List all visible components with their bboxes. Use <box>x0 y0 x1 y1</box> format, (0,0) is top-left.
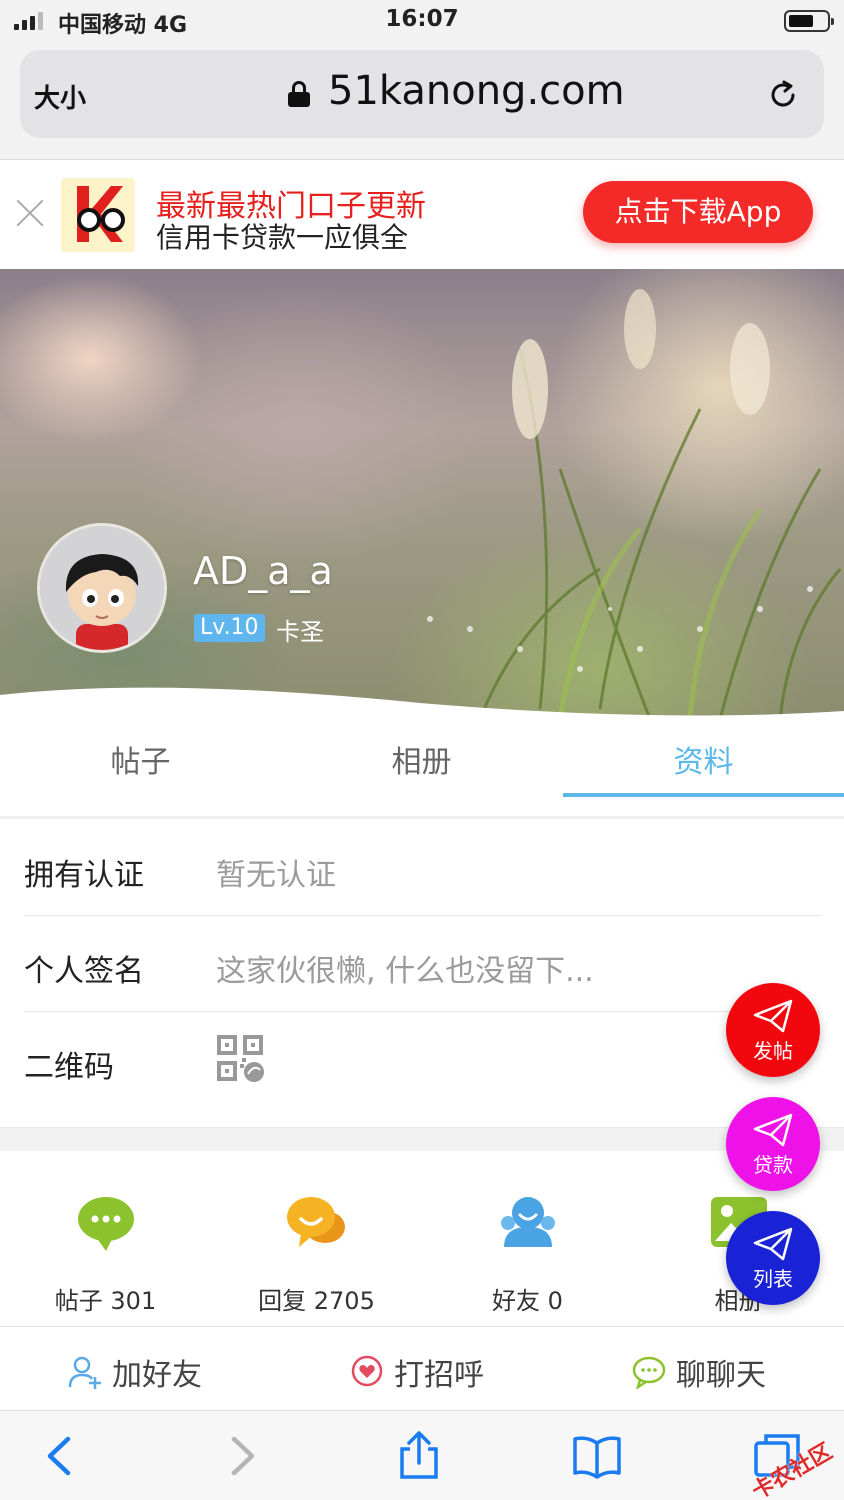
signature-value: 这家伙很懒, 什么也没留下... <box>216 954 594 989</box>
share-icon[interactable] <box>394 1431 444 1481</box>
post-fab-button[interactable]: 发帖 <box>726 983 820 1077</box>
tab-profile-info[interactable]: 资料 <box>563 737 844 781</box>
forward-icon[interactable] <box>216 1431 266 1481</box>
back-icon[interactable] <box>36 1431 86 1481</box>
stat-friends-label: 好友 0 <box>492 1287 563 1315</box>
heart-bubble-icon <box>351 1355 383 1387</box>
add-user-icon <box>68 1356 101 1389</box>
friends-icon <box>500 1197 555 1247</box>
url-text[interactable]: 51kanong.com <box>328 68 625 114</box>
chat-icon <box>632 1356 666 1389</box>
clock: 16:07 <box>385 6 459 32</box>
app-logo <box>61 178 135 252</box>
username: AD_a_a <box>193 549 333 593</box>
greet-button[interactable]: 打招呼 <box>350 1350 484 1394</box>
certification-value: 暂无认证 <box>216 858 336 893</box>
avatar[interactable] <box>37 523 167 653</box>
stat-replies-label: 回复 2705 <box>258 1287 375 1315</box>
cover-image <box>427 289 842 719</box>
chat-label: 聊聊天 <box>676 1358 766 1393</box>
promo-subtitle: 信用卡贷款一应俱全 <box>156 221 409 254</box>
add-friend-button[interactable]: 加好友 <box>68 1350 202 1394</box>
qr-code-icon[interactable] <box>216 1034 264 1082</box>
profile-tabs: 帖子 相册 资料 <box>0 719 844 819</box>
close-icon[interactable] <box>16 199 44 227</box>
divider <box>0 816 844 819</box>
browser-address-area: 大小 51kanong.com <box>0 44 844 160</box>
download-app-button[interactable]: 点击下载App <box>583 181 813 243</box>
stat-friends[interactable]: 好友 0 <box>422 1193 633 1316</box>
signature-label: 个人签名 <box>24 954 144 989</box>
list-fab-label: 列表 <box>753 1267 793 1291</box>
rank-title: 卡圣 <box>276 618 324 646</box>
paper-plane-icon <box>753 1113 793 1147</box>
add-friend-label: 加好友 <box>112 1358 202 1393</box>
stat-posts[interactable]: 帖子 301 <box>0 1193 211 1316</box>
section-gap <box>0 1127 844 1151</box>
qrcode-label: 二维码 <box>24 1050 114 1085</box>
bookmarks-icon[interactable] <box>572 1431 622 1481</box>
stats-bar: 帖子 301 回复 2705 好友 0 相册 <box>0 1151 844 1327</box>
stat-replies[interactable]: 回复 2705 <box>211 1193 422 1316</box>
paper-plane-icon <box>753 1227 793 1261</box>
text-size-button[interactable]: 大小 <box>34 78 86 115</box>
tab-album[interactable]: 相册 <box>281 737 562 781</box>
active-tab-indicator <box>563 793 844 797</box>
level-badge: Lv.10 <box>194 614 265 642</box>
address-bar[interactable]: 大小 51kanong.com <box>20 50 824 138</box>
post-fab-label: 发帖 <box>753 1039 793 1063</box>
battery-icon <box>784 10 834 32</box>
reload-icon[interactable] <box>766 78 800 112</box>
status-bar: 中国移动 4G 16:07 <box>0 0 844 44</box>
tab-posts[interactable]: 帖子 <box>0 737 281 781</box>
loan-fab-button[interactable]: 贷款 <box>726 1097 820 1191</box>
stat-posts-label: 帖子 301 <box>54 1287 157 1315</box>
qrcode-row[interactable]: 二维码 <box>24 1012 820 1108</box>
profile-cover: AD_a_a Lv.10 卡圣 <box>0 269 844 719</box>
cover-curve <box>0 687 844 719</box>
signature-row: 个人签名 这家伙很懒, 什么也没留下... <box>24 916 820 1012</box>
list-fab-button[interactable]: 列表 <box>726 1211 820 1305</box>
app-download-banner: 最新最热门口子更新 信用卡贷款一应俱全 点击下载App <box>0 161 844 269</box>
chat-button[interactable]: 聊聊天 <box>632 1350 766 1394</box>
reply-bubbles-icon <box>286 1197 345 1247</box>
greet-label: 打招呼 <box>394 1358 484 1393</box>
certification-label: 拥有认证 <box>24 858 144 893</box>
certification-row: 拥有认证 暂无认证 <box>24 820 820 916</box>
loan-fab-label: 贷款 <box>753 1153 793 1177</box>
paper-plane-icon <box>753 999 793 1033</box>
action-bar: 加好友 打招呼 聊聊天 <box>0 1328 844 1410</box>
browser-toolbar <box>0 1410 844 1500</box>
lock-icon <box>288 81 310 107</box>
chat-bubble-icon <box>77 1197 134 1251</box>
